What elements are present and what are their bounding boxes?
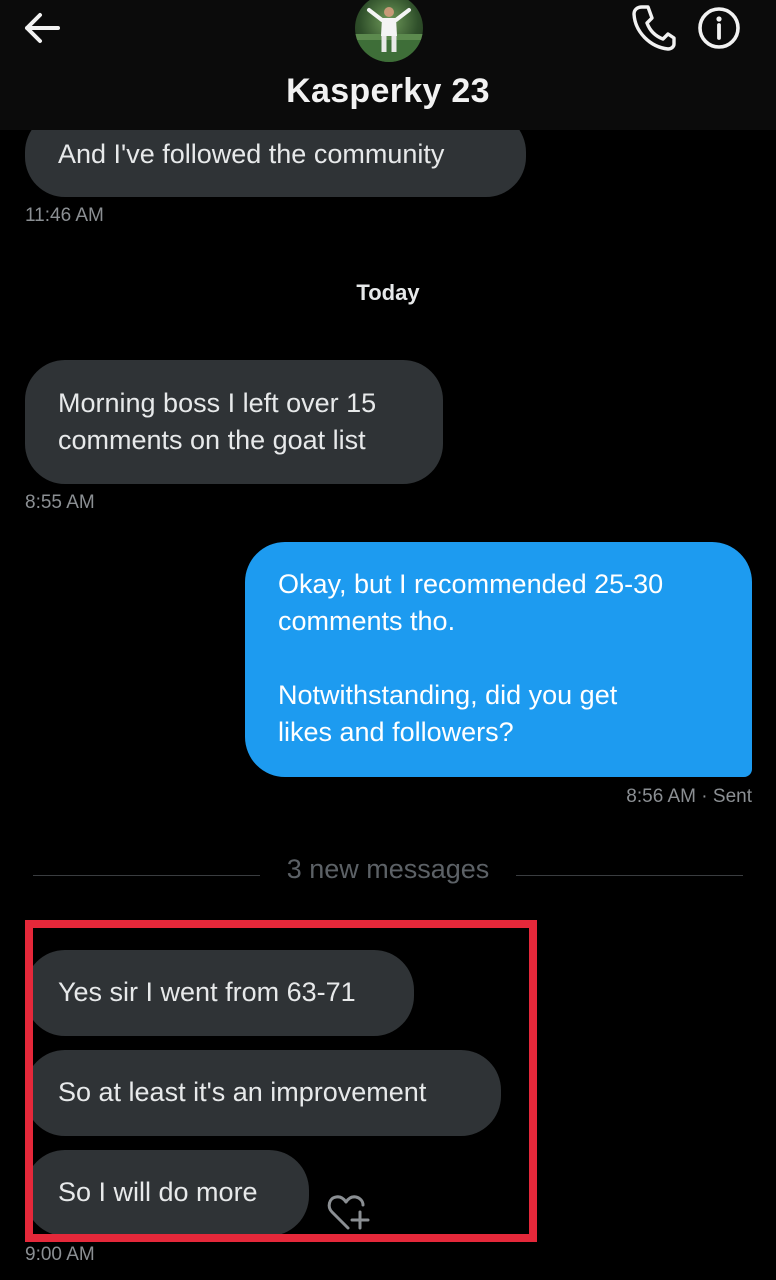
call-button[interactable]: [628, 2, 676, 52]
timestamp: 8:55 AM: [25, 492, 95, 513]
highlight-annotation: [25, 920, 537, 1242]
phone-icon: [632, 5, 676, 51]
message-bubble-sent[interactable]: Okay, but I recommended 25-30 comments t…: [245, 542, 752, 777]
page-title[interactable]: Kasperky 23: [0, 72, 776, 111]
arrow-left-icon: [25, 13, 60, 43]
avatar-image: [355, 7, 423, 62]
timestamp-time: 8:56 AM: [626, 786, 697, 807]
timestamp: 11:46 AM: [25, 205, 104, 226]
sent-status: · Sent: [701, 786, 752, 807]
info-button[interactable]: [694, 2, 744, 52]
new-messages-label: 3 new messages: [286, 854, 490, 884]
back-button[interactable]: [18, 6, 66, 50]
timestamp: 9:00 AM: [25, 1244, 95, 1265]
header-overlay: Kasperky 23: [0, 0, 776, 130]
new-messages-divider: 3 new messages: [33, 854, 743, 890]
message-bubble[interactable]: Morning boss I left over 15 comments on …: [25, 360, 443, 484]
timestamp: 8:56 AM · Sent: [612, 786, 752, 808]
avatar[interactable]: [355, 0, 423, 62]
info-circle-icon: [698, 7, 740, 49]
day-separator: Today: [356, 280, 420, 305]
